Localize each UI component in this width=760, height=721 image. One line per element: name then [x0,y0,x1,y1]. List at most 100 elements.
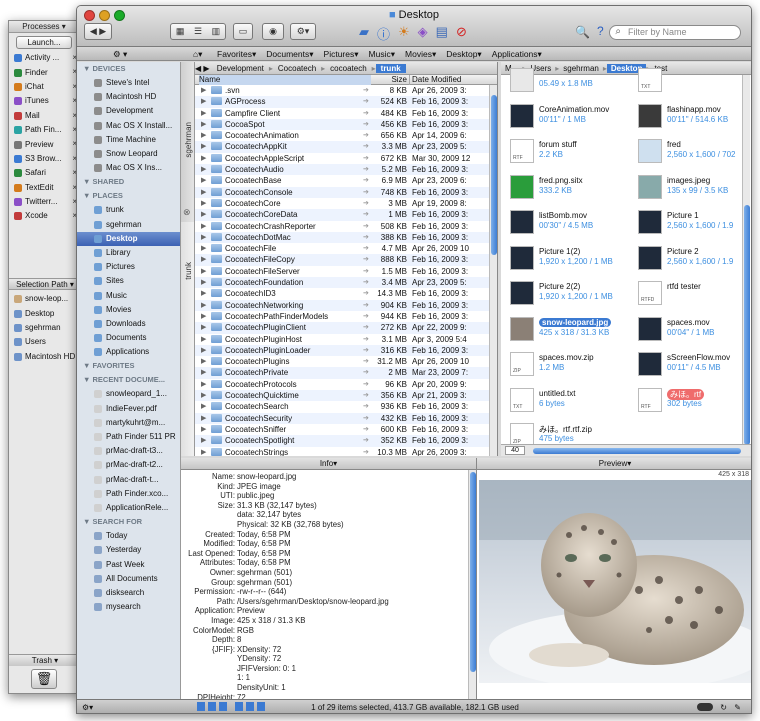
refresh-icon[interactable]: ↻ [720,700,727,713]
go-arrow-icon[interactable]: ➔ [363,401,369,412]
go-arrow-icon[interactable]: ➔ [363,424,369,435]
file-row[interactable]: ▶ CocoatechSecurity ➔ 432 KB Feb 16, 2009 3: [195,412,497,424]
icon-item[interactable]: CoreAnimation.mov 00'11" / 1 MB [501,102,626,136]
path-item[interactable]: snow-leop... [9,292,79,306]
sidebar-item[interactable]: Mac OS X Install... [77,119,180,133]
go-arrow-icon[interactable]: ➔ [363,447,369,457]
back-forward-buttons[interactable]: ◀ ▶ [84,23,112,40]
disclosure-triangle-icon[interactable]: ▶ [201,187,206,198]
disclosure-triangle-icon[interactable]: ▶ [201,322,206,333]
sidebar-item[interactable]: Sites [77,274,180,288]
icon-item[interactable]: spaces.mov 00'04" / 1 MB [629,315,751,349]
icon-item[interactable]: Picture 1(2) 1,920 x 1,200 / 1 MB [501,244,626,278]
file-row[interactable]: ▶ CocoatechCore ➔ 3 MB Apr 19, 2009 8: [195,198,497,209]
disclosure-triangle-icon[interactable]: ▶ [201,435,206,446]
file-row[interactable]: ▶ CocoatechPlugins ➔ 31.2 MB Apr 26, 2009 10 [195,356,497,367]
file-row[interactable]: ▶ AGProcess ➔ 524 KB Feb 16, 2009 3: [195,96,497,108]
disclosure-triangle-icon[interactable]: ▶ [201,141,206,152]
disclosure-triangle-icon[interactable]: ▶ [201,356,206,367]
sidebar-item[interactable]: Path Finder.xco... [77,487,180,501]
file-row[interactable]: ▶ CocoatechAnimation ➔ 656 KB Apr 14, 2009 6… [195,130,497,141]
icon-item[interactable]: listBomb.mov 00'30" / 4.5 MB [501,208,626,242]
file-row[interactable]: ▶ CocoatechID3 ➔ 14.3 MB Feb 16, 2009 3: [195,288,497,299]
go-arrow-icon[interactable]: ➔ [363,322,369,333]
process-item[interactable]: Twitterr... × [9,195,79,209]
favorite-applications[interactable]: Applications▾ [492,47,542,61]
toggle-icon[interactable] [697,703,713,711]
list-scrollbar[interactable] [489,85,497,456]
favorite-music[interactable]: Music▾ [369,47,395,61]
back-arrow-icon[interactable]: ◀ [90,26,97,37]
process-item[interactable]: Safari × [9,166,79,180]
sidebar-item[interactable]: All Documents [77,572,180,586]
go-arrow-icon[interactable]: ➔ [363,367,369,378]
breadcrumb-item[interactable]: trunk [375,64,406,73]
process-item[interactable]: S3 Brow... × [9,152,79,166]
disclosure-triangle-icon[interactable]: ▶ [201,96,206,107]
filter-search-input[interactable]: Filter by Name [609,25,741,40]
icon-item[interactable]: RTF forum stuff 2.2 KB [501,137,626,171]
sidebar-item[interactable]: sgehrman [77,218,180,232]
sidebar-item[interactable]: Music [77,288,180,302]
selection-path-header[interactable]: Selection Path ▾ [9,278,79,290]
breadcrumb-item[interactable]: Cocoatech [273,64,321,73]
disclosure-triangle-icon[interactable]: ▶ [201,175,206,186]
go-arrow-icon[interactable]: ➔ [363,413,369,424]
go-arrow-icon[interactable]: ➔ [363,243,369,254]
burn-icon[interactable]: ◈ [418,24,428,43]
file-row[interactable]: ▶ CocoatechFoundation ➔ 3.4 MB Apr 23, 2009 … [195,277,497,289]
process-item[interactable]: iChat × [9,80,79,94]
disclosure-triangle-icon[interactable]: ▶ [201,119,206,130]
disclosure-triangle-icon[interactable]: ▶ [201,311,206,322]
folder-icon[interactable]: ▰ [359,24,369,43]
file-row[interactable]: ▶ CocoatechQuicktime ➔ 356 KB Apr 21, 2009 3… [195,390,497,402]
go-arrow-icon[interactable]: ➔ [363,334,369,345]
file-row[interactable]: ▶ CocoatechConsole ➔ 748 KB Feb 16, 2009 3: [195,186,497,198]
icon-item[interactable]: Picture 2(2) 1,920 x 1,200 / 1 MB [501,279,626,313]
process-item[interactable]: Finder × [9,65,79,79]
scroll-thumb[interactable] [491,95,497,255]
home-icon[interactable]: ⌂▾ [193,47,202,61]
breadcrumb-item[interactable]: Development [212,64,269,73]
disclosure-triangle-icon[interactable]: ▶ [201,413,206,424]
delete-icon[interactable]: ⊘ [456,24,467,43]
file-row[interactable]: ▶ .svn ➔ 8 KB Apr 26, 2009 3: [195,85,497,96]
disclosure-triangle-icon[interactable]: ▶ [201,334,206,345]
go-arrow-icon[interactable]: ➔ [363,254,369,265]
disclosure-triangle-icon[interactable]: ▶ [201,198,206,209]
file-row[interactable]: ▶ CocoatechAppleScript ➔ 672 KB Mar 30, 2009… [195,153,497,164]
favorite-desktop[interactable]: Desktop▾ [446,47,481,61]
icon-item[interactable]: flashinapp.mov 00'11" / 514.6 KB [629,102,751,136]
icon-item[interactable]: 05.49 x 1.8 MB [501,66,626,100]
go-arrow-icon[interactable]: ➔ [363,288,369,299]
sidebar-section-header[interactable]: ▼ FAVORITES [77,359,180,373]
sidebar-section-header[interactable]: ▼ SEARCH FOR [77,515,180,529]
disclosure-triangle-icon[interactable]: ▶ [201,300,206,311]
zoom-field[interactable]: 40 [505,446,525,455]
disclosure-triangle-icon[interactable]: ▶ [201,424,206,435]
sidebar-item[interactable]: prMac-draft-t2... [77,458,180,472]
sidebar-item[interactable]: mysearch [77,600,180,614]
favorite-documents[interactable]: Documents▾ [266,47,313,61]
disclosure-triangle-icon[interactable]: ▶ [201,85,206,96]
icon-item[interactable]: RTF みほ。rtf 302 bytes [629,386,751,420]
disclosure-triangle-icon[interactable]: ▶ [201,130,206,141]
process-item[interactable]: Activity ... × [9,51,79,65]
sidebar-item[interactable]: Documents [77,331,180,345]
process-item[interactable]: Xcode × [9,209,79,223]
action-gear-icon[interactable]: ⚙▾ [290,23,316,40]
file-row[interactable]: ▶ CocoatechProtocols ➔ 96 KB Apr 20, 2009 9: [195,379,497,390]
file-row[interactable]: ▶ CocoatechDotMac ➔ 388 KB Feb 16, 2009 3: [195,231,497,244]
icon-item[interactable]: sScreenFlow.mov 00'11" / 4.5 MB [629,350,751,384]
size-column-header[interactable]: Size [371,75,407,85]
sidebar-item[interactable]: Mac OS X Ins... [77,161,180,175]
sidebar-item[interactable]: Path Finder 511 PR [77,430,180,444]
sidebar-section-header[interactable]: ▼ SHARED [77,175,180,189]
sidebar-item[interactable]: Pictures [77,260,180,274]
sidebar-item[interactable]: Library [77,246,180,260]
file-row[interactable]: ▶ CocoatechPluginClient ➔ 272 KB Apr 22, 200… [195,322,497,334]
file-row[interactable]: ▶ CocoaSpot ➔ 456 KB Feb 16, 2009 3: [195,118,497,131]
date-column-header[interactable]: Date Modified [409,75,461,85]
vertical-tab-sgehrman[interactable]: sgehrman ⊗ [181,62,195,222]
go-arrow-icon[interactable]: ➔ [363,221,369,232]
